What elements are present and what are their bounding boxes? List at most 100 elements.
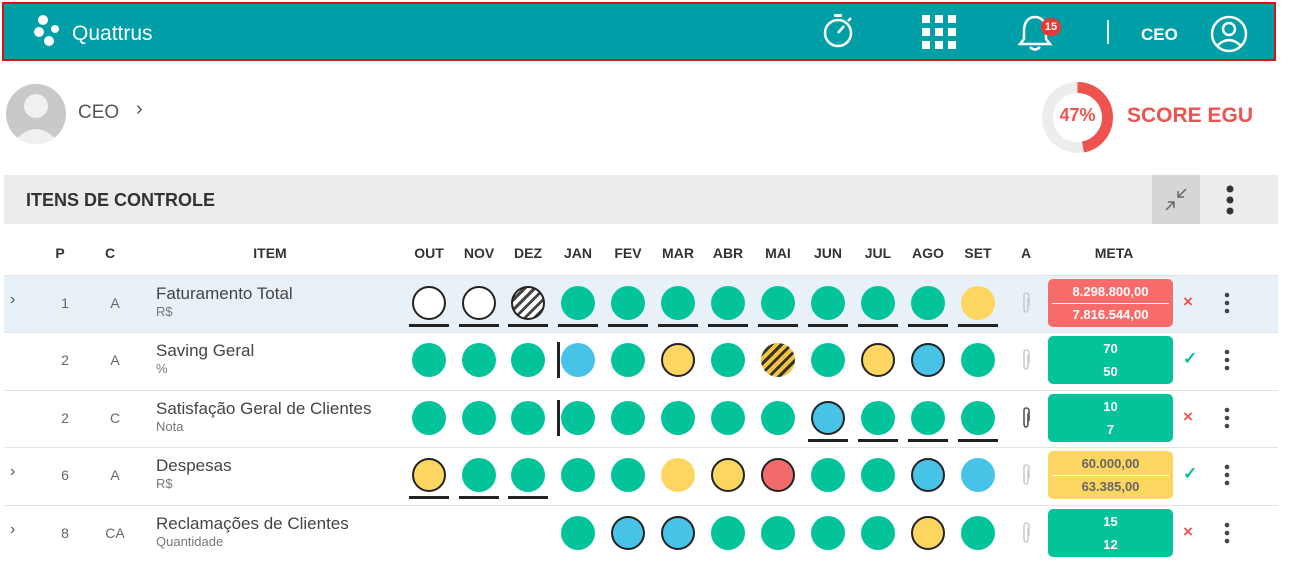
- attachment-icon[interactable]: [1020, 407, 1032, 429]
- status-dot[interactable]: [511, 401, 545, 435]
- column-header-month[interactable]: ABR: [708, 245, 748, 261]
- status-dot[interactable]: [412, 343, 446, 377]
- status-dot[interactable]: [661, 343, 695, 377]
- column-header-p[interactable]: P: [50, 245, 70, 261]
- status-dot[interactable]: [911, 516, 945, 550]
- meta-box[interactable]: 10 7: [1048, 394, 1173, 442]
- attachment-icon[interactable]: [1020, 349, 1032, 371]
- user-circle-icon[interactable]: [1209, 14, 1249, 54]
- status-dot[interactable]: [661, 401, 695, 435]
- column-header-month[interactable]: JUN: [808, 245, 848, 261]
- status-dot[interactable]: [661, 286, 695, 320]
- column-header-month[interactable]: AGO: [908, 245, 948, 261]
- meta-box[interactable]: 8.298.800,00 7.816.544,00: [1048, 279, 1173, 327]
- column-header-a[interactable]: A: [1016, 245, 1036, 261]
- status-dot[interactable]: [961, 401, 995, 435]
- status-dot[interactable]: [761, 458, 795, 492]
- status-dot[interactable]: [761, 401, 795, 435]
- status-dot[interactable]: [911, 458, 945, 492]
- status-dot[interactable]: [811, 401, 845, 435]
- status-dot[interactable]: [611, 343, 645, 377]
- meta-box[interactable]: 70 50: [1048, 336, 1173, 384]
- status-dot[interactable]: [961, 458, 995, 492]
- status-dot[interactable]: [761, 286, 795, 320]
- status-dot[interactable]: [761, 343, 795, 377]
- status-dot[interactable]: [561, 458, 595, 492]
- close-icon[interactable]: ×: [1183, 522, 1193, 542]
- status-dot[interactable]: [412, 286, 446, 320]
- profile-name[interactable]: CEO: [78, 102, 119, 124]
- item-name[interactable]: Satisfação Geral de Clientes: [156, 399, 371, 419]
- expand-chevron-icon[interactable]: ›: [10, 463, 15, 481]
- status-dot[interactable]: [611, 516, 645, 550]
- item-name[interactable]: Faturamento Total: [156, 284, 293, 304]
- status-dot[interactable]: [711, 401, 745, 435]
- expand-chevron-icon[interactable]: ›: [10, 291, 15, 309]
- check-icon[interactable]: ✓: [1183, 464, 1197, 484]
- status-dot[interactable]: [811, 516, 845, 550]
- quattrus-logo-icon[interactable]: [34, 13, 64, 49]
- column-header-month[interactable]: DEZ: [508, 245, 548, 261]
- column-header-month[interactable]: NOV: [459, 245, 499, 261]
- attachment-icon[interactable]: [1020, 464, 1032, 486]
- status-dot[interactable]: [711, 343, 745, 377]
- section-more-icon[interactable]: [1222, 181, 1238, 219]
- status-dot[interactable]: [412, 401, 446, 435]
- status-dot[interactable]: [961, 286, 995, 320]
- expand-chevron-icon[interactable]: ›: [10, 521, 15, 539]
- row-more-icon[interactable]: [1222, 348, 1232, 372]
- item-name[interactable]: Reclamações de Clientes: [156, 514, 349, 534]
- status-dot[interactable]: [661, 516, 695, 550]
- status-dot[interactable]: [611, 458, 645, 492]
- status-dot[interactable]: [911, 343, 945, 377]
- column-header-month[interactable]: OUT: [409, 245, 449, 261]
- status-dot[interactable]: [861, 286, 895, 320]
- item-name[interactable]: Saving Geral: [156, 341, 254, 361]
- status-dot[interactable]: [511, 343, 545, 377]
- status-dot[interactable]: [412, 458, 446, 492]
- attachment-icon[interactable]: [1020, 292, 1032, 314]
- status-dot[interactable]: [462, 343, 496, 377]
- apps-grid-icon[interactable]: [921, 14, 957, 50]
- stopwatch-icon[interactable]: [820, 12, 856, 50]
- status-dot[interactable]: [961, 343, 995, 377]
- column-header-month[interactable]: MAR: [658, 245, 698, 261]
- status-dot[interactable]: [561, 343, 595, 377]
- column-header-item[interactable]: ITEM: [240, 245, 300, 261]
- status-dot[interactable]: [462, 286, 496, 320]
- status-dot[interactable]: [462, 458, 496, 492]
- row-more-icon[interactable]: [1222, 291, 1232, 315]
- close-icon[interactable]: ×: [1183, 407, 1193, 427]
- status-dot[interactable]: [462, 401, 496, 435]
- meta-box[interactable]: 60.000,00 63.385,00: [1048, 451, 1173, 499]
- status-dot[interactable]: [611, 401, 645, 435]
- status-dot[interactable]: [611, 286, 645, 320]
- column-header-month[interactable]: SET: [958, 245, 998, 261]
- column-header-meta[interactable]: META: [1084, 245, 1144, 261]
- status-dot[interactable]: [861, 516, 895, 550]
- column-header-month[interactable]: JUL: [858, 245, 898, 261]
- status-dot[interactable]: [711, 458, 745, 492]
- status-dot[interactable]: [861, 458, 895, 492]
- status-dot[interactable]: [761, 516, 795, 550]
- status-dot[interactable]: [561, 286, 595, 320]
- row-more-icon[interactable]: [1222, 463, 1232, 487]
- status-dot[interactable]: [861, 401, 895, 435]
- status-dot[interactable]: [811, 343, 845, 377]
- attachment-icon[interactable]: [1020, 522, 1032, 544]
- column-header-month[interactable]: FEV: [608, 245, 648, 261]
- status-dot[interactable]: [711, 286, 745, 320]
- notification-badge[interactable]: 15: [1041, 18, 1061, 36]
- item-name[interactable]: Despesas: [156, 456, 232, 476]
- app-name[interactable]: Quattrus: [72, 22, 153, 46]
- status-dot[interactable]: [961, 516, 995, 550]
- status-dot[interactable]: [811, 458, 845, 492]
- row-more-icon[interactable]: [1222, 406, 1232, 430]
- status-dot[interactable]: [661, 458, 695, 492]
- column-header-c[interactable]: C: [100, 245, 120, 261]
- status-dot[interactable]: [811, 286, 845, 320]
- column-header-month[interactable]: JAN: [558, 245, 598, 261]
- status-dot[interactable]: [511, 458, 545, 492]
- close-icon[interactable]: ×: [1183, 292, 1193, 312]
- status-dot[interactable]: [711, 516, 745, 550]
